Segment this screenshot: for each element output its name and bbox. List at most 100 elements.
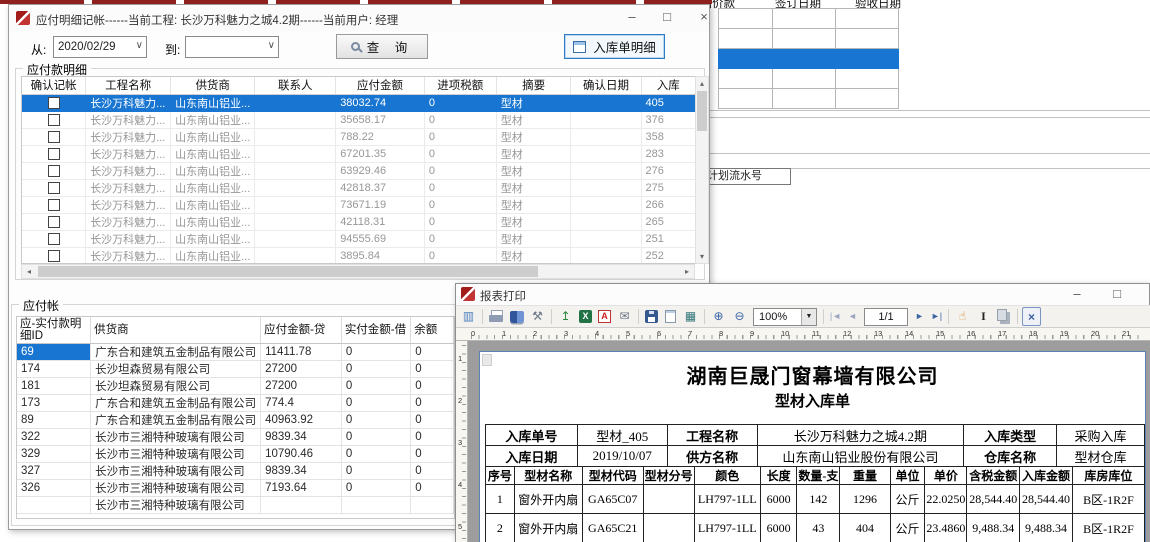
- table-row[interactable]: 89广东合和建筑五金制品有限公司40963.9200: [17, 411, 454, 428]
- column-header[interactable]: 库房库位: [1072, 467, 1144, 485]
- table-row[interactable]: 长沙万科魅力...山东南山铝业...42818.370型材275: [22, 179, 696, 196]
- table-row[interactable]: 173广东合和建筑五金制品有限公司774.400: [17, 394, 454, 411]
- confirm-checkbox[interactable]: [48, 216, 60, 228]
- table-row[interactable]: 长沙万科魅力...山东南山铝业...42118.310型材265: [22, 213, 696, 230]
- document-icon[interactable]: [665, 310, 676, 323]
- next-page-icon[interactable]: ►: [912, 307, 927, 326]
- hand-tool-icon[interactable]: ☝: [953, 307, 972, 326]
- maximize-button[interactable]: □: [1101, 283, 1133, 305]
- table-row[interactable]: 181长沙坦森贸易有限公司2720000: [17, 377, 454, 394]
- title-bar[interactable]: 应付明细记帐------当前工程: 长沙万科魅力之城4.2期------当前用户…: [9, 5, 709, 31]
- column-header[interactable]: 单价: [925, 467, 967, 485]
- column-header[interactable]: 进项税额: [424, 77, 496, 94]
- confirm-checkbox[interactable]: [48, 131, 60, 143]
- title-bar[interactable]: 报表打印 – □ ×: [456, 284, 1149, 305]
- payable-account-table[interactable]: 应-实付款明 细ID供货商应付金额-贷实付金额-借余额 69广东合和建筑五金制品…: [17, 317, 454, 514]
- table-row[interactable]: 长沙万科魅力...山东南山铝业...3895.840型材252: [22, 247, 696, 264]
- book-icon[interactable]: [510, 311, 524, 323]
- first-page-icon[interactable]: |◄: [828, 307, 843, 326]
- text-select-icon[interactable]: I: [974, 307, 993, 326]
- table-row[interactable]: 长沙万科魅力...山东南山铝业...73671.190型材266: [22, 196, 696, 213]
- column-header[interactable]: 型材分号: [643, 467, 694, 485]
- table-row[interactable]: 长沙市三湘特种玻璃有限公司: [17, 496, 454, 513]
- column-header[interactable]: 含税金额: [967, 467, 1020, 485]
- prev-page-icon[interactable]: ◄: [845, 307, 860, 326]
- table-row[interactable]: [719, 49, 899, 69]
- plan-serial-field[interactable]: 计划流水号: [703, 168, 791, 185]
- column-header[interactable]: 数量-支: [797, 467, 840, 485]
- maximize-button[interactable]: □: [651, 6, 683, 28]
- preview-panel-icon[interactable]: ▥: [459, 307, 478, 326]
- column-header[interactable]: 入库: [641, 77, 695, 94]
- query-button[interactable]: 查 询: [336, 34, 428, 59]
- minimize-button[interactable]: –: [1061, 283, 1093, 305]
- scroll-right-icon[interactable]: ▸: [681, 267, 693, 276]
- page-indicator[interactable]: 1/1: [864, 308, 908, 326]
- table-row[interactable]: 327长沙市三湘特种玻璃有限公司9839.3400: [17, 462, 454, 479]
- table-row[interactable]: 174长沙坦森贸易有限公司2720000: [17, 360, 454, 377]
- column-header[interactable]: 摘要: [496, 77, 571, 94]
- table-row[interactable]: 1窗外开内扇GA65C07LH797-1LL60001421296公斤22.02…: [486, 485, 1145, 514]
- horizontal-scrollbar[interactable]: ◂ ▸: [21, 264, 695, 279]
- table-row[interactable]: 69广东合和建筑五金制品有限公司11411.7800: [17, 343, 454, 360]
- confirm-checkbox[interactable]: [48, 199, 60, 211]
- close-button[interactable]: ×: [1141, 283, 1150, 305]
- column-header[interactable]: 实付金额-借: [341, 317, 410, 343]
- table-row[interactable]: [719, 69, 899, 89]
- table-row[interactable]: 入库日期2019/10/07供方名称山东南山铝业股份有限公司仓库名称型材仓库: [486, 446, 1145, 467]
- column-header[interactable]: 型材代码: [582, 467, 643, 485]
- minimize-button[interactable]: –: [616, 6, 648, 28]
- close-button[interactable]: ×: [688, 6, 720, 28]
- column-header[interactable]: 长度: [760, 467, 796, 485]
- export-pdf-icon[interactable]: [598, 310, 611, 323]
- print-icon[interactable]: [489, 310, 504, 324]
- table-row[interactable]: [719, 29, 899, 49]
- table-row[interactable]: [719, 89, 899, 109]
- column-header[interactable]: 供货商: [91, 317, 261, 343]
- chevron-down-icon[interactable]: ∨: [268, 40, 275, 51]
- column-header[interactable]: 联系人: [255, 77, 336, 94]
- payable-detail-table[interactable]: 确认记帐工程名称供货商联系人应付金额进项税额摘要确认日期入库 长沙万科魅力...…: [22, 77, 696, 264]
- copy-page-icon[interactable]: [997, 309, 1007, 321]
- column-header[interactable]: 型材名称: [514, 467, 582, 485]
- column-header[interactable]: 供货商: [171, 77, 255, 94]
- scroll-up-icon[interactable]: ▴: [696, 79, 708, 88]
- column-header[interactable]: 入库金额: [1020, 467, 1073, 485]
- chevron-down-icon[interactable]: ▼: [801, 309, 816, 325]
- column-header[interactable]: 重量: [840, 467, 890, 485]
- column-header[interactable]: 应付金额: [336, 77, 425, 94]
- column-header[interactable]: 余额: [411, 317, 454, 343]
- table-row[interactable]: 长沙万科魅力...山东南山铝业...35658.170型材376: [22, 111, 696, 128]
- column-header[interactable]: 工程名称: [86, 77, 171, 94]
- table-row[interactable]: 329长沙市三湘特种玻璃有限公司10790.4600: [17, 445, 454, 462]
- vertical-scrollbar[interactable]: ▴ ▾: [695, 76, 709, 264]
- last-page-icon[interactable]: ►|: [929, 307, 944, 326]
- table-row[interactable]: 长沙万科魅力...山东南山铝业...38032.740型材405: [22, 94, 696, 111]
- table-row[interactable]: 322长沙市三湘特种玻璃有限公司9839.3400: [17, 428, 454, 445]
- table-row[interactable]: [719, 9, 899, 29]
- close-preview-icon[interactable]: ×: [1022, 307, 1041, 326]
- export-excel-icon[interactable]: [579, 310, 592, 323]
- zoom-select[interactable]: 100% ▼: [753, 308, 817, 326]
- scrollbar-thumb[interactable]: [697, 91, 707, 131]
- confirm-checkbox[interactable]: [48, 97, 60, 109]
- confirm-checkbox[interactable]: [48, 165, 60, 177]
- column-header[interactable]: 应付金额-贷: [261, 317, 342, 343]
- contract-grid[interactable]: [718, 8, 899, 109]
- export-icon[interactable]: ↥: [556, 307, 575, 326]
- column-header[interactable]: 颜色: [694, 467, 760, 485]
- scroll-left-icon[interactable]: ◂: [23, 267, 35, 276]
- zoom-out-icon[interactable]: ⊖: [730, 307, 749, 326]
- scroll-down-icon[interactable]: ▾: [696, 252, 708, 261]
- confirm-checkbox[interactable]: [48, 114, 60, 126]
- table-row[interactable]: 326长沙市三湘特种玻璃有限公司7193.6400: [17, 479, 454, 496]
- from-date-combobox[interactable]: 2020/02/29 ∨: [53, 36, 147, 58]
- settings-icon[interactable]: ⚒: [528, 307, 547, 326]
- confirm-checkbox[interactable]: [48, 148, 60, 160]
- table-row[interactable]: 2窗外开内扇GA65C21LH797-1LL600043404公斤23.4860…: [486, 514, 1145, 542]
- preview-area[interactable]: 湖南巨晟门窗幕墙有限公司 型材入库单 入库单号型材_405工程名称长沙万科魅力之…: [468, 341, 1150, 542]
- table-row[interactable]: 长沙万科魅力...山东南山铝业...63929.460型材276: [22, 162, 696, 179]
- chevron-down-icon[interactable]: ∨: [136, 40, 143, 51]
- mail-icon[interactable]: ✉: [615, 307, 634, 326]
- column-header[interactable]: 确认日期: [571, 77, 641, 94]
